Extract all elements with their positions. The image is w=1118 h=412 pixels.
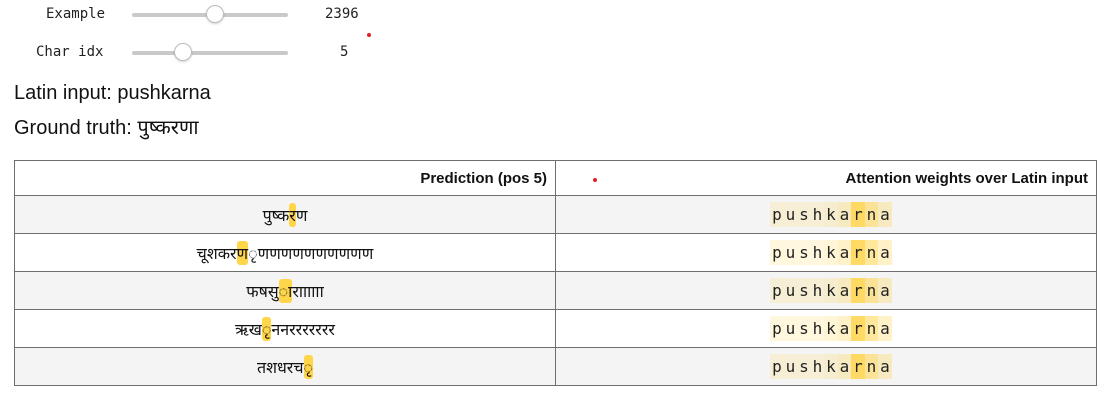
prediction-cell: ऋखृननररररररर xyxy=(14,309,556,348)
attention-char: n xyxy=(864,202,879,227)
prediction-cell: पुष्करण xyxy=(14,195,556,234)
attention-char: p xyxy=(770,202,784,227)
attention-cell: pushkarna xyxy=(555,309,1097,348)
attention-char: h xyxy=(810,316,825,341)
attention-char: u xyxy=(783,316,798,341)
prediction-suffix: ृणणणणणणणणणण xyxy=(248,243,374,263)
example-slider-handle[interactable] xyxy=(205,5,224,23)
attention-char: a xyxy=(878,240,892,265)
attention-cell: pushkarna xyxy=(555,195,1097,234)
attention-char: r xyxy=(851,240,865,265)
attention-char-strip: pushkarna xyxy=(760,354,892,379)
attention-char: h xyxy=(810,240,825,265)
attention-column-header-label: Attention weights over Latin input xyxy=(845,169,1089,187)
prediction-column-header: Prediction (pos 5) xyxy=(14,160,556,196)
attention-char: k xyxy=(824,240,838,265)
attention-cell: pushkarna xyxy=(555,233,1097,272)
char-idx-slider-handle[interactable] xyxy=(174,43,193,61)
attention-char: s xyxy=(797,240,811,265)
attention-char: p xyxy=(770,316,784,341)
example-slider-row: Example 2396 xyxy=(0,0,380,30)
table-row: पुष्करण p u s h k a r n a xyxy=(14,195,1097,234)
attention-char: a xyxy=(878,354,892,379)
char-idx-slider-label: Char idx xyxy=(36,44,104,60)
attention-char: h xyxy=(810,202,825,227)
attention-char: s xyxy=(797,316,811,341)
attention-char: p xyxy=(770,240,784,265)
attention-char: p xyxy=(770,354,784,379)
prediction-prefix: ऋख xyxy=(235,319,262,339)
prediction-prefix: फषसु xyxy=(246,281,279,301)
attention-cell: pushkarna xyxy=(555,271,1097,310)
table-row: चूशकरणृणणणणणणणणणण p u s h k a r n a xyxy=(14,233,1097,272)
table-row: तशधरचृ p u s h k a r n a xyxy=(14,347,1097,386)
attention-char: u xyxy=(783,240,798,265)
attention-char: a xyxy=(878,278,892,303)
table-row: ऋखृननररररररर p u s h k a r n a xyxy=(14,309,1097,348)
attention-char: k xyxy=(824,354,838,379)
attention-column-header: Attention weights over Latin input xyxy=(555,160,1097,196)
prediction-highlight-char: ृ xyxy=(261,316,272,341)
example-slider-label: Example xyxy=(46,6,106,22)
char-idx-slider-track[interactable] xyxy=(132,43,288,61)
attention-char: k xyxy=(824,278,838,303)
prediction-prefix: पुष्क xyxy=(262,205,290,225)
attention-char: k xyxy=(824,316,838,341)
attention-char: p xyxy=(770,278,784,303)
prediction-suffix: ननररररररर xyxy=(271,319,335,339)
attention-char: r xyxy=(851,354,865,379)
attention-char: n xyxy=(864,240,879,265)
header-dot xyxy=(593,178,597,182)
attention-char: n xyxy=(864,316,879,341)
attention-cell: pushkarna xyxy=(555,347,1097,386)
attention-char-strip: pushkarna xyxy=(760,202,892,227)
prediction-suffix: ण xyxy=(295,205,308,225)
attention-char: a xyxy=(837,316,852,341)
prediction-table-body: पुष्करण p u s h k a r n a चूशकरणृणणणणणणणणणण p u s h k a r… xyxy=(14,195,1097,386)
attention-char: s xyxy=(797,202,811,227)
attention-char-strip: pushkarna xyxy=(760,240,892,265)
attention-char: h xyxy=(810,278,825,303)
attention-char: s xyxy=(797,278,811,303)
char-idx-slider-row: Char idx 5 xyxy=(0,38,380,68)
prediction-prefix: तशधरच xyxy=(256,357,304,377)
prediction-prefix: चूशकर xyxy=(196,243,237,263)
example-slider-value: 2396 xyxy=(325,6,359,22)
prediction-highlight-char: ृ xyxy=(303,354,314,379)
attention-char: a xyxy=(837,202,852,227)
attention-char: u xyxy=(783,354,798,379)
char-idx-slider-value: 5 xyxy=(340,44,349,60)
table-header-row: Prediction (pos 5) Attention weights ove… xyxy=(14,160,1097,196)
example-slider-track[interactable] xyxy=(132,5,288,23)
attention-char: n xyxy=(864,354,879,379)
latin-input-text: Latin input: pushkarna xyxy=(14,82,211,104)
attention-char-strip: pushkarna xyxy=(760,278,892,303)
attention-char: s xyxy=(797,354,811,379)
attention-char: a xyxy=(878,202,892,227)
table-row: फषसुाराााााा p u s h k a r n a xyxy=(14,271,1097,310)
attention-char: u xyxy=(783,278,798,303)
attention-char: a xyxy=(837,354,852,379)
ground-truth-text: Ground truth: पुष्करणा xyxy=(14,117,199,139)
attention-char: a xyxy=(837,240,852,265)
prediction-cell: फषसुाराााााा xyxy=(14,271,556,310)
attention-char: u xyxy=(783,202,798,227)
attention-char-strip: pushkarna xyxy=(760,316,892,341)
attention-char: r xyxy=(851,316,865,341)
prediction-cell: तशधरचृ xyxy=(14,347,556,386)
attention-char: a xyxy=(837,278,852,303)
prediction-table: Prediction (pos 5) Attention weights ove… xyxy=(14,160,1097,386)
prediction-highlight-char: ा xyxy=(278,278,293,303)
cursor-dot xyxy=(367,33,371,37)
prediction-highlight-char: ण xyxy=(236,240,249,265)
attention-char: k xyxy=(824,202,838,227)
prediction-cell: चूशकरणृणणणणणणणणणण xyxy=(14,233,556,272)
attention-char: r xyxy=(851,278,865,303)
prediction-suffix: राााााा xyxy=(292,281,324,301)
attention-char: h xyxy=(810,354,825,379)
attention-char: a xyxy=(878,316,892,341)
attention-char: n xyxy=(864,278,879,303)
attention-char: r xyxy=(851,202,865,227)
